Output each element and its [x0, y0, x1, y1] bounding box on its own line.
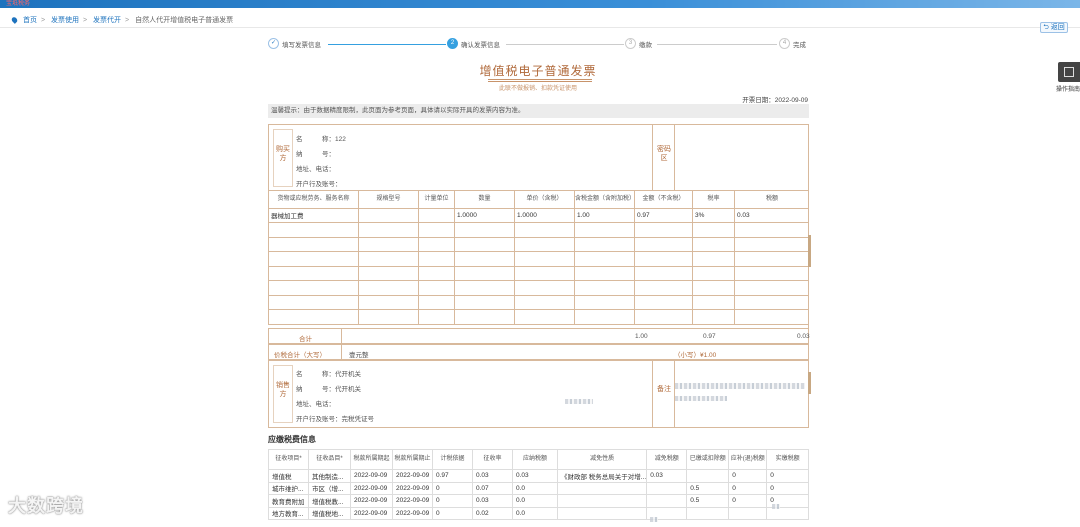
warning-notice: 温馨提示：由于数据精度限制，此页面为参考页面，具体请以实际开具的发票内容为准。: [268, 104, 809, 118]
seller-tax-id: 纳 号：代开机关: [296, 386, 361, 393]
buyer-tax-id: 纳 号：: [296, 151, 335, 158]
table-row: [268, 266, 809, 281]
title-underline: [488, 79, 592, 82]
buyer-name: 名 称：122: [296, 136, 346, 143]
col-header: 实缴税额: [766, 449, 809, 470]
back-button[interactable]: ⮌ 返回: [1040, 22, 1068, 33]
col-header: 计量单位: [418, 191, 455, 209]
table-row: 教育费附加 增值税教... 2022-09-09 2022-09-09 0 0.03 0.…: [268, 494, 809, 508]
scroll-handle[interactable]: [808, 372, 811, 394]
invoice-subtitle: 此联不做报销、扣款凭证使用: [498, 86, 577, 92]
seller-section: 销售方 名 称：代开机关 纳 号：代开机关 地址、电话： 开户行及账号：完税凭证…: [268, 360, 809, 428]
step-line: [328, 44, 446, 45]
step-1: ✓ 填写发票信息: [268, 38, 321, 50]
col-header: 税率: [692, 191, 735, 209]
location-pin-icon: [10, 16, 19, 25]
col-header: 货物或应税劳务、服务名称: [268, 191, 359, 209]
invoice-title: 增值税电子普通发票: [479, 64, 597, 78]
col-header: 单价（含税）: [514, 191, 575, 209]
redacted-content: [772, 504, 780, 509]
top-header-bar: 宝坻税务: [0, 0, 1080, 8]
breadcrumb-invoice-agent[interactable]: 发票代开: [93, 17, 121, 24]
seller-bank: 开户行及账号：完税凭证号: [296, 416, 374, 423]
watermark-logo: 大数跨境: [8, 496, 84, 516]
operation-guide-label: 操作指南: [1055, 87, 1080, 93]
col-header: 征收项目*: [268, 449, 309, 470]
breadcrumb-invoice-use[interactable]: 发票使用: [51, 17, 79, 24]
table-row: 器械加工费 1.0000 1.0000 1.00 0.97 3% 0.03: [268, 208, 809, 223]
buyer-address: 地址、电话：: [296, 166, 335, 173]
breadcrumb: 首页 > 发票使用 > 发票代开 > 自然人代开增值税电子普通发票: [10, 15, 234, 25]
redacted-content: [565, 399, 593, 404]
table-row: 增值税 其他制造... 2022-09-09 2022-09-09 0.97 0.03 0…: [268, 469, 809, 483]
site-logo: 宝坻税务: [6, 1, 31, 7]
seller-address: 地址、电话：: [296, 401, 335, 408]
table-row: 地方教育... 增值税地... 2022-09-09 2022-09-09 0 0.02…: [268, 506, 809, 520]
breadcrumb-current: 自然人代开增值税电子普通发票: [135, 17, 234, 24]
col-header: 减免性质: [556, 449, 648, 470]
table-row: 城市维护... 市区（增... 2022-09-09 2022-09-09 0 0.07…: [268, 481, 809, 495]
col-header: 数量: [454, 191, 515, 209]
redacted-content: [650, 517, 658, 522]
buyer-bank: 开户行及账号：: [296, 181, 342, 188]
col-header: 征收率: [472, 449, 513, 470]
remark-label: 备注: [657, 386, 671, 393]
book-icon: [1064, 67, 1074, 77]
tax-info-title: 应缴税费信息: [268, 435, 316, 444]
step-3: 3 缴款: [625, 38, 652, 50]
col-header: 税额: [734, 191, 809, 209]
grand-total-row: 价税合计（大写） 壹元整 （小写）¥1.00: [268, 344, 809, 360]
buyer-section: 购买方 名 称：122 纳 号： 地址、电话： 开户行及账号： 密码区: [268, 124, 809, 191]
col-header: 含税金额（含附加税）: [574, 191, 635, 209]
seller-label: 销售方: [276, 382, 290, 398]
grand-total-small: （小写）¥1.00: [674, 352, 717, 359]
tax-info-table: 征收项目* 征收品目* 税款所属期起 税款所属期止 计税依据 征收率 应纳税额 …: [268, 449, 809, 520]
buyer-label: 购买方: [276, 146, 290, 162]
total-amount: 1.00: [635, 333, 648, 340]
col-header: 征收品目*: [308, 449, 351, 470]
table-row: [268, 237, 809, 252]
table-row: [268, 222, 809, 238]
total-label: 合计: [299, 336, 312, 343]
progress-steps: ✓ 填写发票信息 2 确认发票信息 3 缴款 4 完成: [268, 38, 808, 52]
redacted-content: [675, 383, 805, 389]
scroll-handle[interactable]: [808, 235, 811, 267]
col-header: 金额（不含税）: [634, 191, 693, 209]
total-row: 合计 1.00 0.97 0.03: [268, 328, 810, 344]
total-tax: 0.03: [797, 333, 810, 340]
table-row: [268, 280, 809, 296]
col-header: 税款所属期起: [350, 449, 393, 470]
table-row: [268, 295, 809, 310]
breadcrumb-home[interactable]: 首页: [23, 17, 37, 24]
redacted-content: [675, 396, 727, 401]
col-header: 税款所属期止: [392, 449, 433, 470]
invoice-items-table: 货物或应税劳务、服务名称 规格型号 计量单位 数量 单价（含税） 含税金额（含附…: [268, 191, 809, 325]
seller-name: 名 称：代开机关: [296, 371, 361, 378]
breadcrumb-bar: 首页 > 发票使用 > 发票代开 > 自然人代开增值税电子普通发票 ⮌ 返回: [0, 10, 1080, 33]
table-row: [268, 309, 809, 325]
step-4: 4 完成: [779, 38, 806, 50]
step-line: [506, 44, 624, 45]
code-area-label: 密码区: [657, 146, 671, 162]
col-header: 已缴或扣除额: [686, 449, 730, 470]
step-line: [657, 44, 777, 45]
col-header: 应补(退)税额: [728, 449, 768, 470]
total-net: 0.97: [703, 333, 716, 340]
step-2: 2 确认发票信息: [447, 38, 500, 50]
col-header: 减免税额: [646, 449, 688, 470]
col-header: 应纳税额: [512, 449, 558, 470]
operation-guide-button[interactable]: [1058, 62, 1080, 82]
col-header: 规格型号: [358, 191, 419, 209]
invoice-date: 开票日期：2022-09-09: [742, 97, 808, 104]
col-header: 计税依据: [432, 449, 473, 470]
table-row: [268, 251, 809, 267]
grand-total-caps: 壹元整: [349, 352, 369, 359]
grand-total-label: 价税合计（大写）: [274, 352, 326, 359]
